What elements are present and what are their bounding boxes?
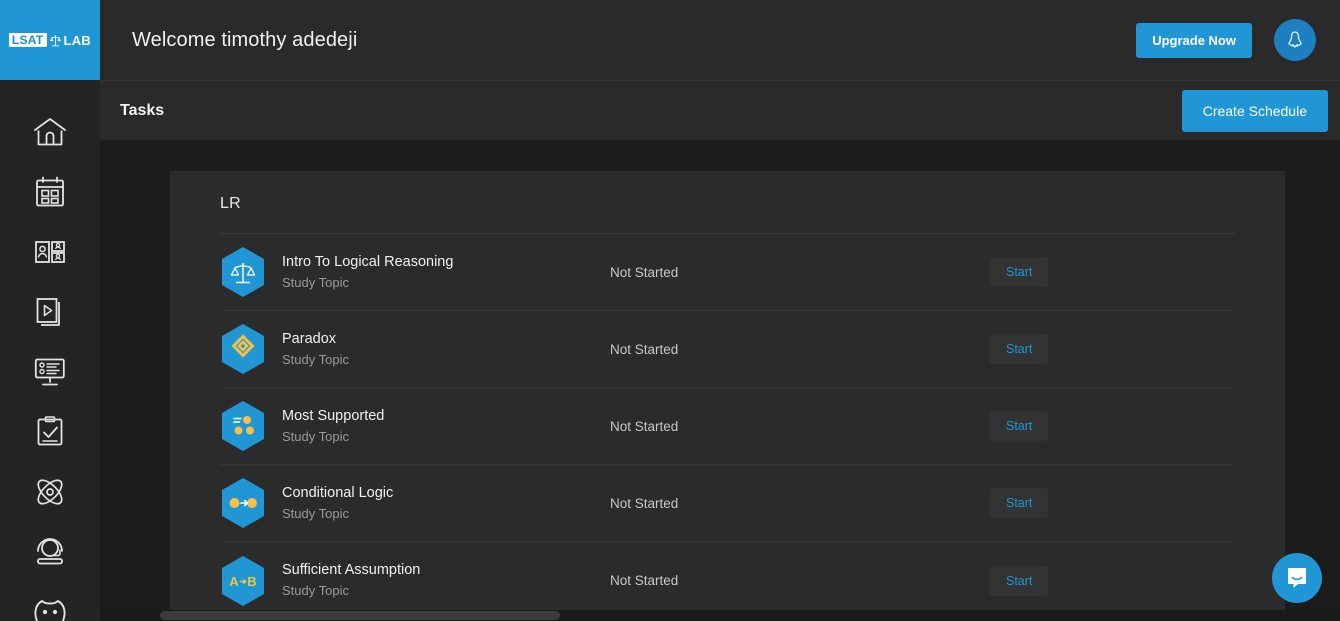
- discord-icon: [34, 600, 66, 621]
- welcome-title: Welcome timothy adedeji: [132, 28, 358, 51]
- upgrade-now-button[interactable]: Upgrade Now: [1136, 22, 1252, 58]
- diamond-paradox-hex-icon: [222, 324, 264, 374]
- sidebar-nav: [0, 80, 100, 621]
- task-name: Conditional Logic: [282, 484, 394, 501]
- sidebar-item-tests[interactable]: [0, 402, 100, 462]
- atom-icon: [37, 479, 63, 505]
- table-row[interactable]: Intro To Logical Reasoning Study Topic N…: [220, 234, 1235, 311]
- headset-support-icon: [37, 538, 63, 565]
- task-status: Not Started: [610, 495, 679, 511]
- task-name: Paradox: [282, 330, 337, 347]
- chat-bubble-icon: [1288, 568, 1306, 588]
- scales-balance-hex-icon: [222, 247, 264, 297]
- start-button[interactable]: Start: [990, 411, 1049, 441]
- avatar[interactable]: [1274, 19, 1316, 61]
- top-header-actions: Upgrade Now: [1136, 19, 1328, 61]
- table-row[interactable]: Paradox Study Topic Not Started Start: [220, 311, 1235, 388]
- sidebar-item-lab[interactable]: [0, 462, 100, 522]
- sidebar-item-flashcards[interactable]: [0, 222, 100, 282]
- start-button[interactable]: Start: [990, 488, 1049, 518]
- table-row[interactable]: Conditional Logic Study Topic Not Starte…: [220, 465, 1235, 542]
- task-text-cell: Intro To Logical Reasoning Study Topic: [272, 253, 610, 292]
- task-text-cell: Most Supported Study Topic: [272, 407, 610, 446]
- task-status: Not Started: [610, 573, 679, 588]
- app-root: LSAT LAB Welcome timothy adedeji Upgrade…: [0, 0, 1340, 621]
- horizontal-scrollbar-thumb[interactable]: [160, 611, 560, 620]
- app-logo[interactable]: LSAT LAB: [0, 0, 100, 80]
- task-icon-cell: [220, 477, 272, 529]
- table-row[interactable]: Most Supported Study Topic Not Started S…: [220, 388, 1235, 465]
- support-nodes-hex-icon: [222, 401, 264, 451]
- tasks-subheader: Tasks Create Schedule: [100, 80, 1340, 140]
- logo-lsat-text: LSAT: [8, 33, 47, 47]
- sidebar-item-home[interactable]: [0, 102, 100, 162]
- task-subtitle: Study Topic: [282, 428, 349, 444]
- task-name: Intro To Logical Reasoning: [282, 253, 454, 270]
- chat-widget-button[interactable]: [1272, 553, 1322, 603]
- task-subtitle: Study Topic: [282, 505, 349, 521]
- task-text-cell: Sufficient Assumption Study Topic: [272, 561, 610, 600]
- task-status: Not Started: [610, 341, 679, 357]
- create-schedule-button[interactable]: Create Schedule: [1181, 89, 1328, 132]
- task-name: Most Supported: [282, 407, 385, 424]
- video-library-icon: [36, 298, 60, 326]
- sidebar: LSAT LAB: [0, 0, 100, 621]
- task-icon-cell: [220, 246, 272, 298]
- sidebar-item-lessons[interactable]: [0, 342, 100, 402]
- task-status: Not Started: [610, 418, 679, 434]
- user-avatar-icon: [1288, 31, 1302, 48]
- clipboard-check-icon: [37, 416, 63, 446]
- task-icon-cell: [220, 400, 272, 452]
- sidebar-item-videos[interactable]: [0, 282, 100, 342]
- scales-logo-icon: [49, 34, 61, 46]
- horizontal-scrollbar[interactable]: [100, 610, 1340, 621]
- content-scroll-area: LR Intro To Logical Reasoning Study Topi…: [100, 140, 1340, 621]
- sidebar-item-support[interactable]: [0, 522, 100, 582]
- task-status: Not Started: [610, 264, 679, 280]
- task-icon-cell: A B: [220, 555, 272, 607]
- logo-lab-text: LAB: [63, 32, 92, 48]
- svg-text:A: A: [229, 574, 239, 589]
- home-icon: [34, 118, 66, 146]
- task-subtitle: Study Topic: [282, 583, 349, 598]
- calendar-icon: [36, 176, 64, 207]
- start-button[interactable]: Start: [990, 565, 1049, 596]
- svg-text:B: B: [247, 574, 256, 589]
- task-icon-cell: [220, 323, 272, 375]
- task-name: Sufficient Assumption: [282, 562, 421, 578]
- main-area: Welcome timothy adedeji Upgrade Now Task…: [100, 0, 1340, 621]
- table-row[interactable]: A B Sufficient Assumption Study Topic No…: [220, 542, 1235, 619]
- sidebar-item-community[interactable]: [0, 582, 100, 621]
- sidebar-item-calendar[interactable]: [0, 162, 100, 222]
- start-button[interactable]: Start: [990, 257, 1049, 287]
- task-text-cell: Paradox Study Topic: [272, 330, 610, 369]
- a-to-b-hex-icon: A B: [222, 555, 264, 606]
- cards-grid-icon: [35, 241, 65, 263]
- monitor-list-icon: [34, 358, 65, 386]
- tasks-card: LR Intro To Logical Reasoning Study Topi…: [170, 171, 1285, 621]
- top-header: Welcome timothy adedeji Upgrade Now: [100, 0, 1340, 80]
- start-button[interactable]: Start: [990, 334, 1049, 364]
- task-subtitle: Study Topic: [282, 351, 349, 367]
- task-text-cell: Conditional Logic Study Topic: [272, 484, 610, 523]
- task-subtitle: Study Topic: [282, 274, 349, 290]
- section-title-lr: LR: [220, 171, 1235, 234]
- page-title: Tasks: [120, 101, 165, 119]
- conditional-arrow-hex-icon: [222, 478, 264, 528]
